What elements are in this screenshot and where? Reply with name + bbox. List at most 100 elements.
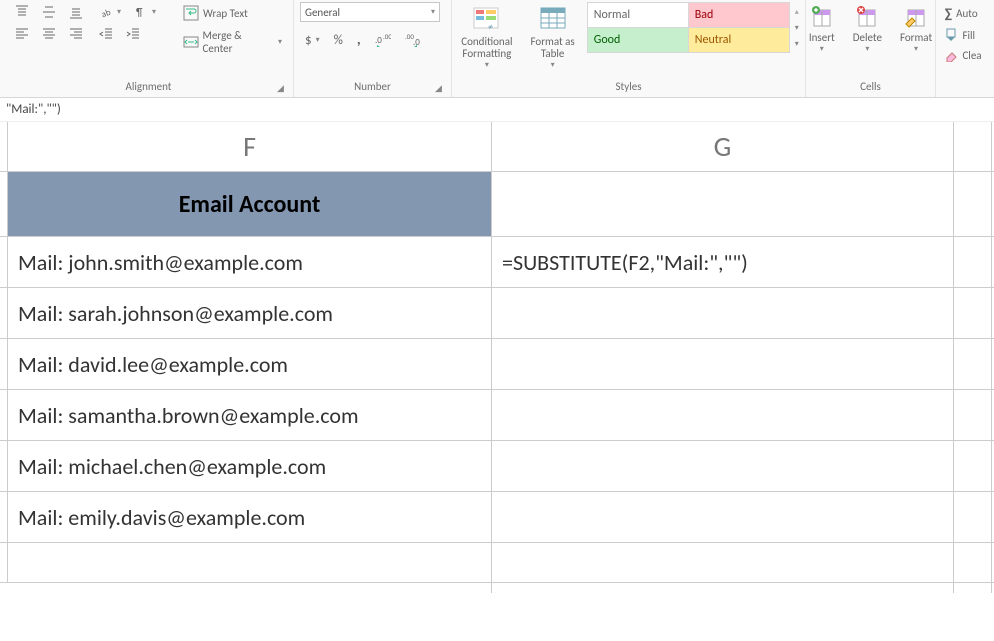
style-good[interactable]: Good [588, 28, 688, 52]
orientation-icon[interactable]: ab▾ [94, 2, 126, 22]
styles-scroll-up-icon[interactable]: ▴ [792, 4, 802, 20]
chevron-down-icon: ▾ [431, 7, 435, 17]
formula-bar-text: "Mail:","") [6, 102, 61, 117]
group-label-styles: Styles [615, 77, 641, 97]
comma-format-button[interactable]: , [352, 28, 366, 52]
styles-more-icon[interactable]: ▾ [792, 36, 802, 52]
fill-button[interactable]: Fill [939, 25, 980, 45]
cell-F4[interactable]: Mail: david.lee@example.com [8, 339, 492, 389]
cell-F5[interactable]: Mail: samantha.brown@example.com [8, 390, 492, 440]
align-top-icon[interactable] [10, 2, 34, 22]
style-bad[interactable]: Bad [689, 3, 789, 27]
cell-G8[interactable] [492, 543, 954, 593]
merge-center-icon [183, 34, 199, 50]
spreadsheet[interactable]: F G Email Account Mail: john.smith@examp… [0, 122, 994, 583]
table-row: Mail: david.lee@example.com [0, 339, 994, 390]
cell-H3[interactable] [954, 288, 992, 338]
format-cells-icon [904, 4, 928, 30]
align-middle-icon[interactable] [37, 2, 61, 22]
cell-H5[interactable] [954, 390, 992, 440]
merge-center-button[interactable]: Merge & Center ▾ [178, 26, 287, 58]
cell-styles-gallery[interactable]: Normal Bad Good Neutral [587, 2, 790, 53]
alignment-dialog-launcher-icon[interactable]: ◢ [277, 83, 289, 95]
align-left-icon[interactable] [10, 24, 34, 44]
fill-label: Fill [962, 29, 975, 42]
clear-label: Clea [962, 49, 981, 62]
percent-format-button[interactable]: % [329, 30, 348, 51]
group-alignment: ab▾ ¶▾ Wrap Text Merge & Center ▾ [4, 0, 294, 97]
conditional-formatting-icon: ≠ [472, 4, 502, 34]
wrap-text-button[interactable]: Wrap Text [178, 2, 287, 24]
svg-text:ab: ab [100, 7, 113, 19]
align-bottom-icon[interactable] [64, 2, 88, 22]
align-right-icon[interactable] [64, 24, 88, 44]
insert-label: Insert [809, 32, 835, 44]
style-neutral[interactable]: Neutral [689, 28, 789, 52]
table-row: Mail: samantha.brown@example.com [0, 390, 994, 441]
align-center-icon[interactable] [37, 24, 61, 44]
sigma-icon: ∑ [944, 5, 952, 22]
number-dialog-launcher-icon[interactable]: ◢ [435, 83, 447, 95]
fill-down-icon [944, 28, 958, 42]
format-button[interactable]: Format ▾ [894, 2, 938, 74]
cell-G5[interactable] [492, 390, 954, 440]
table-row: Mail: michael.chen@example.com [0, 441, 994, 492]
group-styles: ≠ Conditional Formatting ▾ Format as Tab… [452, 0, 806, 97]
increase-indent-icon[interactable] [121, 24, 145, 44]
cell-H8[interactable] [954, 543, 992, 593]
cell-G6[interactable] [492, 441, 954, 491]
accounting-format-button[interactable]: $▾ [300, 30, 325, 51]
wrap-text-icon [183, 5, 199, 21]
group-label-number: Number [354, 77, 391, 97]
cell-H6[interactable] [954, 441, 992, 491]
cell-F6[interactable]: Mail: michael.chen@example.com [8, 441, 492, 491]
show-formatting-icon[interactable]: ¶▾ [129, 2, 161, 22]
insert-cells-icon [810, 4, 834, 30]
cell-F7[interactable]: Mail: emily.davis@example.com [8, 492, 492, 542]
number-format-combo[interactable]: General ▾ [300, 2, 440, 22]
table-row: Mail: emily.davis@example.com [0, 492, 994, 543]
conditional-formatting-button[interactable]: ≠ Conditional Formatting ▾ [455, 2, 518, 74]
cell-H7[interactable] [954, 492, 992, 542]
delete-button[interactable]: Delete ▾ [847, 2, 888, 74]
cell-G7[interactable] [492, 492, 954, 542]
cell-G1[interactable] [492, 172, 954, 236]
column-headers: F G [0, 122, 994, 172]
decrease-decimal-icon[interactable]: .00.0 [400, 30, 426, 50]
eraser-icon [944, 48, 958, 62]
formula-bar[interactable]: "Mail:","") [0, 98, 994, 122]
cell-G2[interactable]: =SUBSTITUTE(F2,"Mail:","") [492, 237, 954, 287]
format-as-table-label: Format as Table [531, 36, 575, 60]
autosum-button[interactable]: ∑ Auto [939, 2, 982, 25]
cell-F3[interactable]: Mail: sarah.johnson@example.com [8, 288, 492, 338]
merge-center-label: Merge & Center [203, 29, 272, 55]
cell-G4[interactable] [492, 339, 954, 389]
delete-label: Delete [853, 32, 882, 44]
cell-H2[interactable] [954, 237, 992, 287]
header-cell-email-account[interactable]: Email Account [8, 172, 492, 236]
column-header-next[interactable] [954, 122, 992, 171]
cell-G3[interactable] [492, 288, 954, 338]
decrease-indent-icon[interactable] [94, 24, 118, 44]
conditional-formatting-label: Conditional Formatting [461, 36, 512, 60]
svg-text:¶: ¶ [136, 6, 143, 19]
column-header-G[interactable]: G [492, 122, 954, 171]
increase-decimal-icon[interactable]: .0.00 [370, 30, 396, 50]
group-label-cells: Cells [860, 77, 881, 97]
insert-button[interactable]: Insert ▾ [803, 2, 841, 74]
delete-cells-icon [855, 4, 879, 30]
svg-text:≠: ≠ [488, 20, 493, 33]
cell-F2[interactable]: Mail: john.smith@example.com [8, 237, 492, 287]
column-header-F[interactable]: F [8, 122, 492, 171]
format-as-table-icon [538, 4, 568, 34]
svg-text:.0: .0 [375, 35, 382, 46]
cell-F8[interactable] [8, 543, 492, 593]
format-as-table-button[interactable]: Format as Table ▾ [525, 2, 581, 74]
group-number: General ▾ $▾ % , .0.00 .00.0 Number ◢ [294, 0, 452, 97]
cell-H4[interactable] [954, 339, 992, 389]
cell-H1[interactable] [954, 172, 992, 236]
styles-scroll-down-icon[interactable]: ▾ [792, 20, 802, 36]
style-normal[interactable]: Normal [588, 3, 688, 27]
table-row [0, 543, 994, 583]
clear-button[interactable]: Clea [939, 45, 986, 65]
